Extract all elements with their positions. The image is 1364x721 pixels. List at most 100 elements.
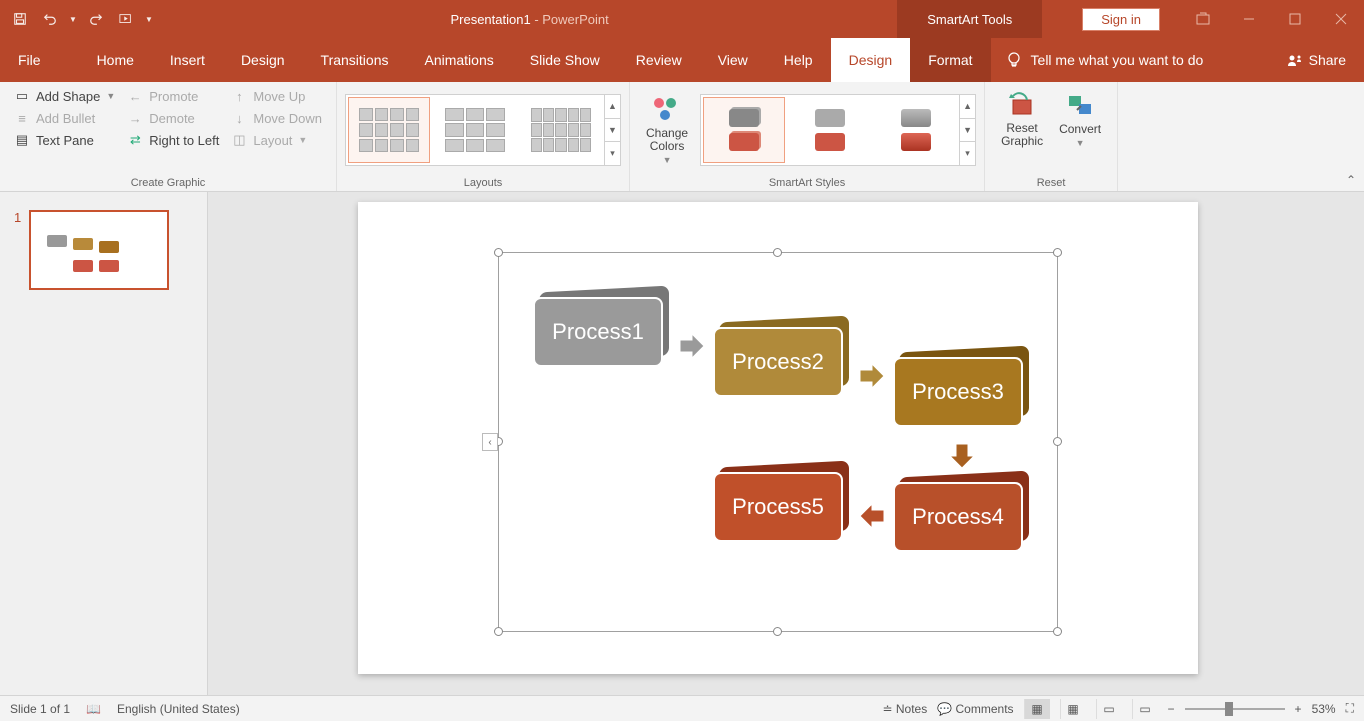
handle-se[interactable] <box>1053 627 1062 636</box>
spellcheck-icon[interactable]: 📖 <box>86 702 101 716</box>
layout-option-3[interactable] <box>520 97 602 163</box>
tell-me[interactable]: Tell me what you want to do <box>991 38 1218 82</box>
text-pane-button[interactable]: ▤Text Pane <box>14 132 115 148</box>
tab-help[interactable]: Help <box>766 38 831 82</box>
text-pane-handle[interactable]: ‹ <box>482 433 498 451</box>
tab-insert[interactable]: Insert <box>152 38 223 82</box>
move-down-button: ↓Move Down <box>231 110 322 126</box>
move-up-button: ↑Move Up <box>231 88 322 104</box>
reset-graphic-button[interactable]: Reset Graphic <box>993 86 1051 174</box>
ribbon-options-icon[interactable] <box>1180 0 1226 38</box>
group-layouts: ▲ ▼ ▾ Layouts <box>337 82 630 191</box>
handle-n[interactable] <box>773 248 782 257</box>
tab-transitions[interactable]: Transitions <box>303 38 407 82</box>
zoom-out-button[interactable]: − <box>1168 702 1175 716</box>
handle-nw[interactable] <box>494 248 503 257</box>
handle-s[interactable] <box>773 627 782 636</box>
tab-home[interactable]: Home <box>79 38 152 82</box>
zoom-in-button[interactable]: + <box>1295 702 1302 716</box>
arrow-1-2 <box>678 332 708 362</box>
collapse-ribbon-icon[interactable]: ⌃ <box>1338 169 1364 191</box>
styles-scroll-up[interactable]: ▲ <box>960 95 975 119</box>
save-icon[interactable] <box>8 7 32 31</box>
slide-thumbnail-1[interactable] <box>29 210 169 290</box>
layouts-more[interactable]: ▾ <box>605 142 620 165</box>
thumbnail-pane[interactable]: 1 <box>0 192 208 695</box>
notes-button[interactable]: ≐ Notes <box>882 702 927 716</box>
rtl-button[interactable]: ⇄Right to Left <box>127 132 219 148</box>
tab-review[interactable]: Review <box>618 38 700 82</box>
tab-slideshow[interactable]: Slide Show <box>512 38 618 82</box>
tab-animations[interactable]: Animations <box>406 38 511 82</box>
layouts-gallery[interactable]: ▲ ▼ ▾ <box>345 94 621 166</box>
convert-label: Convert <box>1059 122 1101 136</box>
group-label-styles: SmartArt Styles <box>638 174 976 191</box>
undo-icon[interactable] <box>38 7 62 31</box>
handle-ne[interactable] <box>1053 248 1062 257</box>
tab-design[interactable]: Design <box>223 38 303 82</box>
redo-icon[interactable] <box>84 7 108 31</box>
styles-gallery[interactable]: ▲ ▼ ▾ <box>700 94 976 166</box>
fit-window-icon[interactable]: ⛶ <box>1346 701 1354 716</box>
convert-button[interactable]: Convert ▼ <box>1051 86 1109 174</box>
change-colors-button[interactable]: Change Colors ▼ <box>638 91 696 169</box>
layout-option-1[interactable] <box>348 97 430 163</box>
start-from-beginning-icon[interactable] <box>114 7 138 31</box>
sorter-view-icon[interactable]: ▦ <box>1060 699 1086 719</box>
share-icon <box>1287 52 1303 68</box>
window-title: Presentation1 - PowerPoint <box>162 12 897 27</box>
convert-icon <box>1065 90 1095 120</box>
styles-scroll-down[interactable]: ▼ <box>960 119 975 143</box>
group-label-create-graphic: Create Graphic <box>8 174 328 191</box>
undo-more-icon[interactable]: ▼ <box>68 7 78 31</box>
arrow-2-3 <box>858 362 888 392</box>
style-option-2[interactable] <box>789 97 871 163</box>
tab-file[interactable]: File <box>0 38 59 82</box>
tab-smartart-design[interactable]: Design <box>831 38 911 82</box>
close-icon[interactable] <box>1318 0 1364 38</box>
ribbon: ▭Add Shape ▼ ≡Add Bullet ▤Text Pane ←Pro… <box>0 82 1364 192</box>
layout-icon: ◫ <box>231 132 247 148</box>
language-status[interactable]: English (United States) <box>117 702 240 716</box>
minimize-icon[interactable] <box>1226 0 1272 38</box>
maximize-icon[interactable] <box>1272 0 1318 38</box>
slide: ‹ Process1 Process2 Process3 Process4 <box>358 202 1198 674</box>
qat-more-icon[interactable]: ▼ <box>144 7 154 31</box>
change-colors-label: Change Colors <box>646 127 688 153</box>
zoom-slider[interactable] <box>1185 708 1285 710</box>
layouts-scroll: ▲ ▼ ▾ <box>604 95 620 165</box>
slideshow-view-icon[interactable]: ▭ <box>1132 699 1158 719</box>
slide-indicator[interactable]: Slide 1 of 1 <box>10 702 70 716</box>
quick-access-toolbar: ▼ ▼ <box>0 7 162 31</box>
styles-more[interactable]: ▾ <box>960 142 975 165</box>
lightbulb-icon <box>1005 51 1023 69</box>
share-button[interactable]: Share <box>1269 38 1364 82</box>
reading-view-icon[interactable]: ▭ <box>1096 699 1122 719</box>
bullet-icon: ≡ <box>14 110 30 126</box>
layouts-scroll-up[interactable]: ▲ <box>605 95 620 119</box>
tab-view[interactable]: View <box>700 38 766 82</box>
sign-in-button[interactable]: Sign in <box>1082 8 1160 31</box>
slide-canvas[interactable]: ‹ Process1 Process2 Process3 Process4 <box>208 192 1364 695</box>
layouts-scroll-down[interactable]: ▼ <box>605 119 620 143</box>
process-5-label: Process5 <box>732 494 824 520</box>
thumb-number: 1 <box>14 210 21 290</box>
zoom-thumb[interactable] <box>1225 702 1233 716</box>
process-1-label: Process1 <box>552 319 644 345</box>
normal-view-icon[interactable]: ▦ <box>1024 699 1050 719</box>
handle-e[interactable] <box>1053 437 1062 446</box>
layout-option-2[interactable] <box>434 97 516 163</box>
share-label: Share <box>1309 52 1346 68</box>
ribbon-tabs: File Home Insert Design Transitions Anim… <box>0 38 1364 82</box>
arrow-left-icon: ← <box>127 88 143 104</box>
add-shape-button[interactable]: ▭Add Shape ▼ <box>14 88 115 104</box>
style-option-1[interactable] <box>703 97 785 163</box>
zoom-level[interactable]: 53% <box>1312 702 1336 716</box>
handle-sw[interactable] <box>494 627 503 636</box>
comments-button[interactable]: 💬 Comments <box>937 702 1013 716</box>
arrow-4-5 <box>858 502 888 532</box>
doc-name: Presentation1 <box>450 12 530 27</box>
add-bullet-button: ≡Add Bullet <box>14 110 115 126</box>
tab-smartart-format[interactable]: Format <box>910 38 990 82</box>
style-option-3[interactable] <box>875 97 957 163</box>
